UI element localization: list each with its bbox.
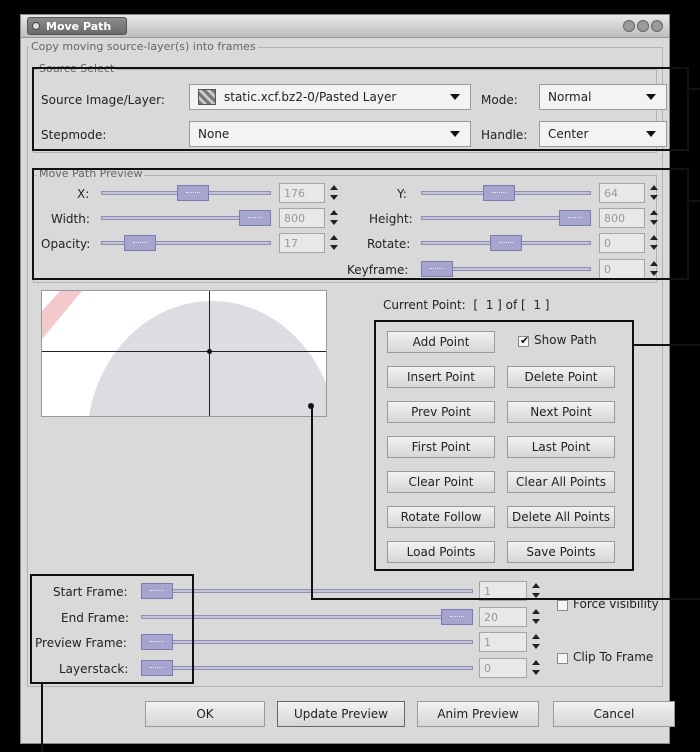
current-point-of-label: of bbox=[505, 298, 518, 312]
title-bar[interactable]: Move Path bbox=[21, 15, 669, 38]
anim-preview-button[interactable]: Anim Preview bbox=[417, 701, 539, 727]
layerstack-spin-arrows[interactable] bbox=[531, 658, 541, 678]
layerstack-value: 0 bbox=[484, 662, 491, 675]
main-group-legend: Copy moving source-layer(s) into frames bbox=[29, 40, 258, 53]
path-point-marker[interactable] bbox=[207, 349, 212, 354]
annotation-source-select bbox=[32, 67, 689, 151]
cancel-button[interactable]: Cancel bbox=[553, 701, 675, 727]
force-visibility-checkbox[interactable] bbox=[557, 600, 568, 611]
annotation-line-points bbox=[632, 344, 700, 346]
annotation-preview-controls bbox=[32, 168, 689, 280]
annotation-frame-labels bbox=[30, 574, 194, 684]
preview-image bbox=[42, 291, 326, 416]
preview-frame-value: 1 bbox=[484, 636, 491, 649]
preview-frame-spinbox[interactable]: 1 bbox=[479, 632, 527, 652]
window-title: Move Path bbox=[46, 20, 112, 33]
end-frame-spinbox[interactable]: 20 bbox=[479, 607, 527, 627]
start-frame-value: 1 bbox=[484, 585, 491, 598]
clip-to-frame-checkbox[interactable] bbox=[557, 653, 568, 664]
current-point-row: Current Point: [ 1 ] of [ 1 ] bbox=[383, 298, 550, 312]
current-point-label: Current Point: bbox=[383, 298, 466, 312]
annotation-point-buttons bbox=[374, 320, 634, 571]
crosshair-horizontal bbox=[42, 351, 326, 352]
window-menu-icon[interactable] bbox=[32, 22, 40, 30]
annotation-line-frames bbox=[41, 684, 43, 752]
maximize-icon[interactable] bbox=[637, 20, 649, 32]
update-preview-button[interactable]: Update Preview bbox=[277, 701, 405, 727]
crosshair-vertical bbox=[209, 291, 210, 416]
annotation-dot bbox=[308, 403, 314, 409]
annotation-line-preview bbox=[686, 200, 700, 202]
end-frame-value: 20 bbox=[484, 611, 498, 624]
annotation-line-canvas-v bbox=[311, 406, 313, 600]
clip-to-frame-label[interactable]: Clip To Frame bbox=[573, 650, 653, 664]
title-tab: Move Path bbox=[27, 17, 127, 35]
end-frame-spin-arrows[interactable] bbox=[531, 607, 541, 627]
annotation-line-source bbox=[686, 88, 700, 90]
ok-button[interactable]: OK bbox=[145, 701, 265, 727]
layerstack-spinbox[interactable]: 0 bbox=[479, 658, 527, 678]
end-frame-slider-thumb[interactable] bbox=[441, 609, 473, 625]
path-preview-canvas[interactable] bbox=[41, 290, 327, 417]
annotation-line-canvas-h bbox=[311, 598, 700, 600]
current-point-total: 1 bbox=[533, 298, 541, 312]
close-icon[interactable] bbox=[651, 20, 663, 32]
preview-frame-spin-arrows[interactable] bbox=[531, 632, 541, 652]
minimize-icon[interactable] bbox=[623, 20, 635, 32]
